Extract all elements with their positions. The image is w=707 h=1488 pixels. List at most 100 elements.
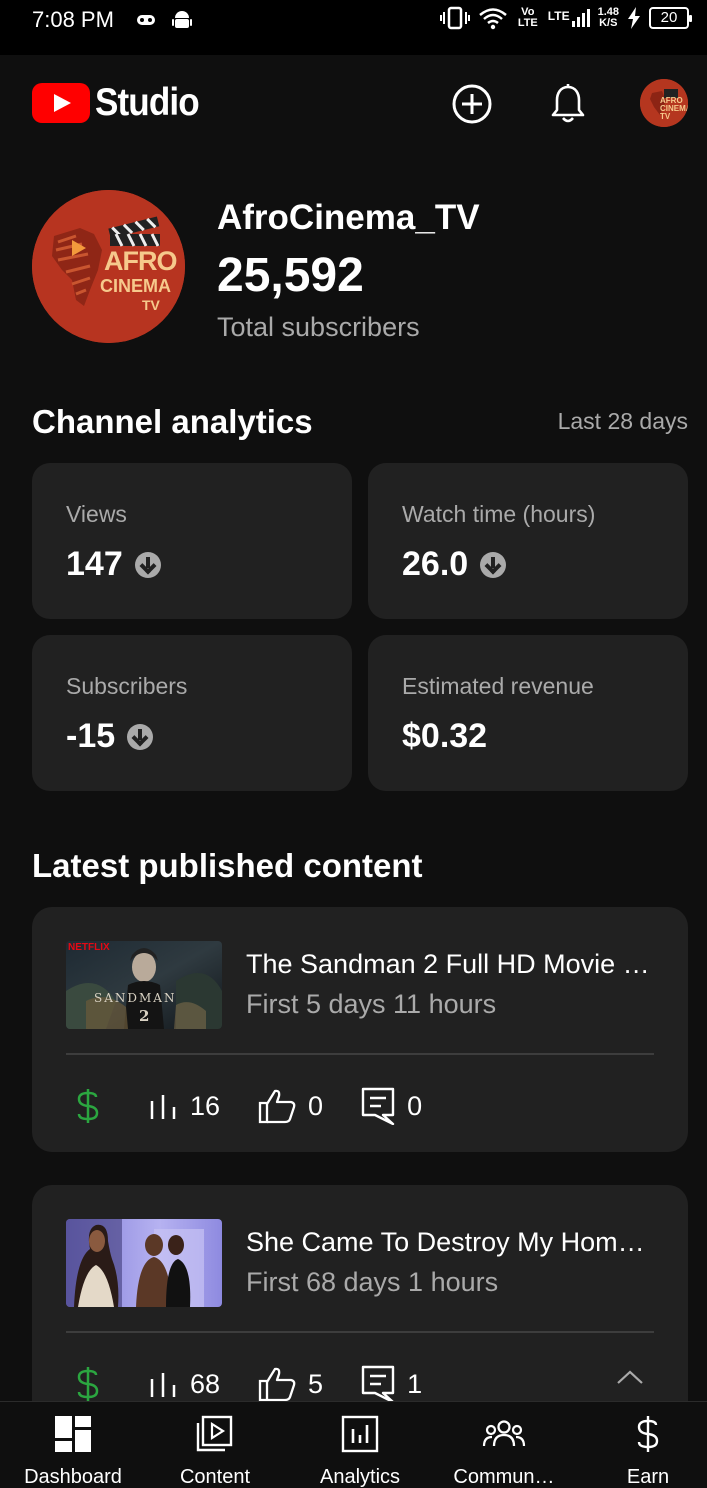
nav-content[interactable]: Content	[150, 1414, 280, 1488]
latest-content-title: Latest published content	[32, 847, 423, 884]
account-avatar[interactable]: AFRO CINEMA TV	[640, 79, 688, 127]
wifi-icon	[478, 8, 507, 30]
logo-word-tv: TV	[142, 297, 160, 313]
dashboard-icon	[8, 1414, 138, 1454]
android-icon	[172, 11, 192, 28]
revenue-value-row: $0.32	[402, 717, 487, 756]
trend-down-icon	[127, 723, 154, 750]
signal-icon: LTE	[548, 9, 590, 27]
lte-label: LTE	[547, 9, 570, 23]
views-count: 68	[190, 1368, 221, 1399]
community-icon	[439, 1414, 569, 1454]
nav-dashboard-label: Dashboard	[24, 1466, 122, 1488]
video-stats: 68 5 1	[76, 1365, 460, 1403]
dollar-icon	[77, 1089, 99, 1123]
video-stats: 16 0 0	[76, 1087, 460, 1125]
views-card[interactable]: Views 147	[32, 463, 352, 619]
views-label: Views	[66, 501, 127, 527]
trend-down-icon	[134, 551, 161, 578]
views-stat: 16	[148, 1091, 220, 1122]
revenue-card[interactable]: Estimated revenue $0.32	[368, 635, 688, 791]
notifications-button[interactable]	[545, 81, 591, 127]
divider	[66, 1053, 654, 1055]
analytics-range[interactable]: Last 28 days	[558, 408, 688, 435]
monetization-status	[76, 1365, 100, 1403]
volte-indicator: Vo LTE	[517, 6, 538, 29]
views-value-row: 147	[66, 545, 161, 584]
thumbs-up-icon	[258, 1367, 296, 1402]
watch-time-label: Watch time (hours)	[402, 501, 596, 527]
video-title[interactable]: She Came To Destroy My Hom…	[246, 1227, 656, 1258]
analytics-section-title: Channel analytics	[32, 403, 313, 440]
watch-time-card[interactable]: Watch time (hours) 26.0	[368, 463, 688, 619]
gamepad-icon	[137, 15, 155, 25]
create-button[interactable]	[449, 81, 495, 127]
revenue-label: Estimated revenue	[402, 673, 594, 699]
video-thumbnail[interactable]	[66, 1219, 222, 1307]
nav-earn[interactable]: Earn	[583, 1414, 707, 1488]
netflix-badge: NETFLIX	[68, 942, 110, 953]
subscribers-card[interactable]: Subscribers -15	[32, 635, 352, 791]
comment-icon	[361, 1087, 395, 1125]
comments-count: 1	[407, 1368, 423, 1399]
views-count: 16	[190, 1090, 221, 1121]
subscribers-value-row: -15	[66, 717, 154, 756]
nav-analytics-label: Analytics	[319, 1466, 401, 1488]
battery-icon: 20	[649, 7, 692, 29]
channel-avatar: AFRO CINEMA TV	[32, 190, 185, 343]
charging-icon	[628, 7, 640, 29]
avatar-text: AFRO CINEMA TV	[660, 96, 688, 121]
subscribers-value: -15	[66, 717, 116, 755]
nav-community[interactable]: Commun…	[439, 1414, 569, 1488]
thumbnail-title-text: SANDMAN	[94, 991, 177, 1005]
collapse-button[interactable]	[616, 1369, 644, 1390]
channel-name: AfroCinema_TV	[217, 198, 480, 237]
bell-icon	[551, 84, 585, 123]
nav-dashboard[interactable]: Dashboard	[8, 1414, 138, 1488]
likes-count: 5	[308, 1368, 324, 1399]
nav-content-label: Content	[179, 1466, 251, 1488]
content-card[interactable]: She Came To Destroy My Hom… First 68 day…	[32, 1185, 688, 1430]
analytics-icon	[295, 1414, 425, 1454]
vibrate-icon	[439, 6, 470, 30]
monetization-status	[76, 1087, 100, 1125]
speed-unit: K/S	[599, 17, 618, 29]
watch-time-value-row: 26.0	[402, 545, 507, 584]
thumbs-up-icon	[258, 1089, 296, 1124]
comments-count: 0	[407, 1090, 423, 1121]
bottom-navigation: Dashboard Content Analytics Commun… Earn	[0, 1401, 707, 1488]
views-value: 147	[66, 545, 123, 583]
trend-down-icon	[480, 551, 507, 578]
bar-chart-icon	[150, 1373, 176, 1397]
watch-time-value: 26.0	[402, 545, 469, 583]
youtube-logo-icon	[32, 83, 90, 123]
video-title[interactable]: The Sandman 2 Full HD Movie …	[246, 949, 656, 980]
drama-thumbnail-art	[66, 1219, 222, 1307]
logo-word-afro: AFRO	[104, 246, 177, 276]
status-bar: 7:08 PM Vo LTE LTE 1.48 K/S 20	[0, 0, 707, 55]
status-left-icons	[136, 9, 192, 31]
earn-icon	[583, 1414, 707, 1454]
likes-count: 0	[308, 1090, 324, 1121]
content-card[interactable]: NETFLIX SANDMAN 2 The Sandman 2 Full HD …	[32, 907, 688, 1152]
content-icon	[150, 1414, 280, 1454]
likes-stat: 5	[258, 1366, 323, 1402]
revenue-value: $0.32	[402, 717, 488, 755]
network-speed: 1.48 K/S	[598, 7, 619, 29]
subscribers-label: Subscribers	[66, 673, 188, 699]
thumbnail-number-text: 2	[139, 1007, 150, 1025]
video-period: First 5 days 11 hours	[246, 989, 497, 1019]
app-title: Studio	[95, 81, 200, 124]
views-stat: 68	[148, 1369, 220, 1400]
likes-stat: 0	[258, 1088, 323, 1124]
video-thumbnail[interactable]: NETFLIX SANDMAN 2	[66, 941, 222, 1029]
video-period: First 68 days 1 hours	[246, 1267, 499, 1297]
dollar-icon	[77, 1367, 99, 1401]
nav-analytics[interactable]: Analytics	[295, 1414, 425, 1488]
subscriber-count: 25,592	[217, 249, 364, 302]
subscriber-count-label: Total subscribers	[217, 312, 420, 342]
logo-word-cinema: CINEMA	[100, 276, 171, 296]
status-right-icons: Vo LTE LTE 1.48 K/S 20	[439, 6, 692, 30]
comment-icon	[361, 1365, 395, 1403]
nav-earn-label: Earn	[626, 1466, 670, 1488]
